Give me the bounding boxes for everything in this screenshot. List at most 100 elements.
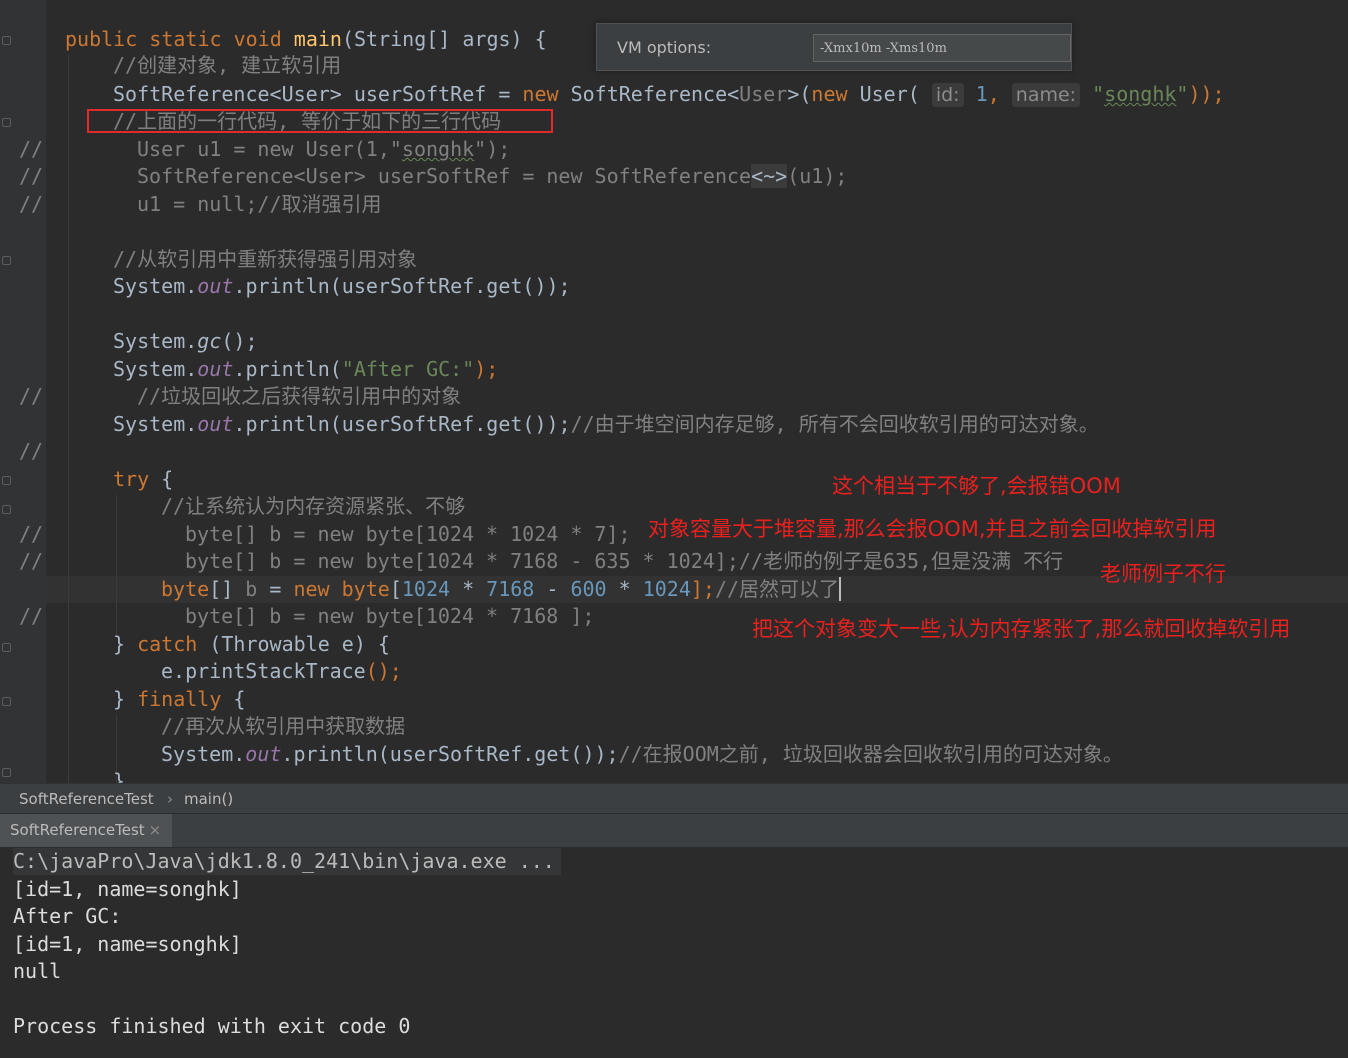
code-comment[interactable]: byte[] b = new byte[1024 * 1024 * 7];	[185, 521, 631, 548]
code-line[interactable]: System.out.println(userSoftRef.get());//…	[161, 741, 1123, 768]
folded-generic[interactable]: <~>	[751, 164, 788, 188]
code-comment: //在报OOM之前, 垃圾回收器会回收软引用的可达对象。	[618, 742, 1123, 766]
fold-marker-icon[interactable]	[2, 768, 11, 777]
gutter-comment: //	[19, 549, 44, 573]
code-text: (String[] args) {	[341, 27, 547, 51]
fold-marker-icon[interactable]	[2, 505, 11, 514]
param-hint-id: id:	[931, 83, 964, 107]
keyword: catch	[137, 632, 198, 656]
code-line[interactable]: System.gc();	[113, 328, 258, 355]
code-text: e.	[161, 659, 186, 683]
annotation-text: 老师例子不行	[1100, 562, 1226, 586]
code-text: System.	[113, 357, 198, 381]
code-comment: //由于堆空间内存足够, 所有不会回收软引用的可达对象。	[570, 412, 1099, 436]
code-text: .println(	[233, 357, 342, 381]
code-comment[interactable]: //让系统认为内存资源紧张、不够	[161, 493, 465, 520]
code-text: ();	[221, 329, 258, 353]
console-output-line: [id=1, name=songhk]	[13, 932, 242, 956]
unused-variable: b	[245, 577, 258, 601]
code-line[interactable]: } catch (Throwable e) {	[113, 631, 390, 658]
gutter-comment: //	[19, 164, 44, 188]
text-caret	[839, 577, 842, 601]
code-text: =	[257, 577, 294, 601]
number-literal: 1024	[642, 577, 691, 601]
gutter-comment: //	[19, 137, 44, 161]
fold-marker-icon[interactable]	[2, 476, 11, 485]
static-field: out	[197, 357, 234, 381]
static-field: out	[197, 274, 234, 298]
code-line[interactable]: SoftReference<User> userSoftRef = new So…	[113, 81, 1225, 108]
code-comment[interactable]: //创建对象, 建立软引用	[113, 52, 341, 79]
gutter-comment: //	[19, 384, 44, 408]
run-console[interactable]: C:\javaPro\Java\jdk1.8.0_241\bin\java.ex…	[0, 847, 1348, 1058]
fold-marker-icon[interactable]	[2, 118, 11, 127]
console-command-line[interactable]: C:\javaPro\Java\jdk1.8.0_241\bin\java.ex…	[13, 848, 561, 875]
code-editor[interactable]: // // // // // // // // public static vo…	[0, 0, 1348, 783]
run-tab-bar: SoftReferenceTest ×	[0, 813, 1348, 847]
keyword: new	[293, 577, 330, 601]
fold-marker-icon[interactable]	[2, 256, 11, 265]
code-text: System.	[113, 412, 198, 436]
code-text: .println(userSoftRef.get());	[233, 274, 571, 298]
fold-marker-icon[interactable]	[2, 697, 11, 706]
string-literal: "After GC:"	[341, 357, 475, 381]
code-line[interactable]: System.out.println(userSoftRef.get());//…	[113, 411, 1099, 438]
code-comment[interactable]: byte[] b = new byte[1024 * 7168 - 635 * …	[185, 548, 1063, 575]
breadcrumb-separator-icon: ›	[167, 790, 173, 808]
code-comment[interactable]: //从软引用中重新获得强引用对象	[113, 246, 417, 273]
code-line[interactable]: try {	[113, 466, 173, 493]
run-tab[interactable]: SoftReferenceTest ×	[0, 814, 172, 847]
code-text: .println(userSoftRef.get());	[233, 412, 571, 436]
breadcrumb-class[interactable]: SoftReferenceTest	[19, 790, 154, 808]
param-hint-name: name:	[1011, 83, 1081, 107]
breadcrumb-method[interactable]: main()	[184, 790, 233, 808]
annotation-text: 这个相当于不够了,会报错OOM	[832, 474, 1121, 498]
code-text: *	[606, 577, 643, 601]
code-comment[interactable]: //再次从软引用中获取数据	[161, 713, 405, 740]
highlight-box	[87, 109, 553, 133]
code-line[interactable]: }	[113, 768, 125, 783]
code-comment[interactable]: //垃圾回收之后获得软引用中的对象	[137, 383, 461, 410]
code-text: ,	[987, 82, 1012, 106]
code-line-current[interactable]: byte[] b = new byte[1024 * 7168 - 600 * …	[161, 576, 842, 603]
vm-options-popup: VM options:	[596, 23, 1072, 71]
code-comment: //居然可以了	[714, 577, 840, 601]
code-text: []	[209, 577, 246, 601]
gutter-comment: //	[19, 192, 44, 216]
code-line[interactable]: System.out.println("After GC:");	[113, 356, 498, 383]
code-text: );	[474, 357, 499, 381]
code-text: User(	[847, 82, 932, 106]
keyword: byte	[329, 577, 390, 601]
code-comment[interactable]: SoftReference<User> userSoftRef = new So…	[137, 163, 847, 190]
code-text: System.	[113, 274, 198, 298]
code-line[interactable]: public static void main(String[] args) {	[65, 26, 547, 53]
code-comment[interactable]: u1 = null;//取消强引用	[137, 191, 382, 218]
code-text: [	[389, 577, 402, 601]
gutter-comment: //	[19, 439, 44, 463]
code-text: }	[113, 687, 138, 711]
string-literal: "	[1080, 82, 1105, 106]
console-output-line: null	[13, 959, 62, 983]
code-text: User u1 = new User(1,"	[137, 137, 402, 161]
fold-marker-icon[interactable]	[2, 36, 11, 45]
code-text: -	[534, 577, 571, 601]
code-text: >(	[787, 82, 812, 106]
annotation-text: 把这个对象变大一些,认为内存紧张了,那么就回收掉软引用	[752, 617, 1291, 641]
code-comment[interactable]: User u1 = new User(1,"songhk");	[137, 136, 510, 163]
string-literal: "	[1176, 82, 1189, 106]
code-text: .println(userSoftRef.get());	[281, 742, 619, 766]
number-literal: 1	[963, 82, 988, 106]
number-literal: 7168	[486, 577, 535, 601]
code-line[interactable]: e.printStackTrace();	[161, 658, 402, 685]
code-text: {	[221, 687, 246, 711]
close-icon[interactable]: ×	[149, 821, 162, 839]
fold-marker-icon[interactable]	[2, 643, 11, 652]
code-comment[interactable]: byte[] b = new byte[1024 * 7168 ];	[185, 603, 594, 630]
code-line[interactable]: System.out.println(userSoftRef.get());	[113, 273, 571, 300]
code-text: (Throwable e) {	[197, 632, 390, 656]
breadcrumb: SoftReferenceTest › main()	[0, 783, 1348, 813]
keyword: new	[522, 82, 559, 106]
code-line[interactable]: } finally {	[113, 686, 245, 713]
gutter-comment: //	[19, 522, 44, 546]
vm-options-input[interactable]	[813, 34, 1071, 62]
